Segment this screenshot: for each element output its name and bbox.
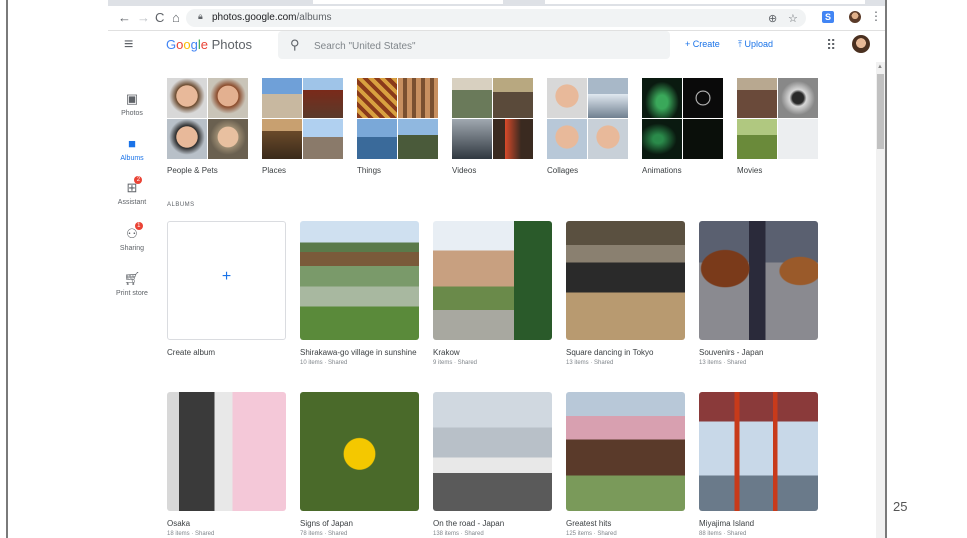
scrollbar[interactable]: ▲ (876, 62, 885, 538)
main-menu-icon[interactable]: ≡ (124, 37, 133, 53)
album-cover (699, 221, 818, 340)
sidebar-item-sharing[interactable]: ⚇ 1 Sharing (108, 222, 156, 252)
category-things[interactable]: Things (357, 78, 439, 175)
upload-icon: ⤒ (738, 39, 742, 49)
create-album-box[interactable]: + (167, 221, 286, 340)
search-input[interactable] (312, 37, 656, 55)
album-icon: ■ (128, 136, 136, 151)
cast-icon[interactable]: ⊕ (768, 12, 777, 25)
sharing-icon: ⚇ 1 (126, 222, 143, 242)
album-card[interactable]: Greatest hits 125 items · Shared (566, 392, 685, 537)
assistant-icon: ⊞ 2 (127, 176, 143, 196)
album-cover (566, 392, 685, 511)
category-people-pets[interactable]: People & Pets (167, 78, 249, 175)
create-album-tile[interactable]: + Create album (167, 221, 286, 359)
album-card[interactable]: Square dancing in Tokyo 13 items · Share… (566, 221, 685, 366)
url-text: photos.google.com/albums (212, 12, 332, 23)
album-card[interactable]: Osaka 18 items · Shared (167, 392, 286, 537)
category-thumbnail (262, 78, 343, 159)
category-thumbnail (547, 78, 628, 159)
browser-tab[interactable] (545, 0, 865, 4)
category-thumbnail (642, 78, 723, 159)
plus-icon: + (221, 268, 232, 285)
extension-s-icon[interactable]: S (822, 11, 834, 23)
album-cover (699, 392, 818, 511)
album-cover (433, 221, 552, 340)
lock-icon: 🔒︎ (198, 11, 203, 21)
browser-tab[interactable] (313, 0, 503, 4)
category-animations[interactable]: Animations (642, 78, 724, 175)
album-card[interactable]: Miyajima Island 88 items · Shared (699, 392, 818, 537)
search-icon[interactable]: ⚲ (290, 37, 300, 53)
reload-icon[interactable]: C (155, 9, 164, 27)
album-cover (300, 392, 419, 511)
notification-badge: 2 (134, 176, 143, 184)
albums-section-title: ALBUMS (167, 202, 195, 208)
slide-border-right (885, 0, 887, 538)
slide-border-left (6, 0, 8, 538)
album-card[interactable]: Signs of Japan 78 items · Shared (300, 392, 419, 537)
category-thumbnail (357, 78, 438, 159)
category-places[interactable]: Places (262, 78, 344, 175)
photo-icon: ▣ (125, 91, 139, 106)
sidebar-item-print-store[interactable]: 🛒︎ Print store (108, 270, 156, 297)
category-movies[interactable]: Movies (737, 78, 819, 175)
app-header: ≡ Google Photos ⚲ + Create ⤒ Upload ⠿ (108, 31, 885, 61)
omnibox[interactable]: 🔒︎ photos.google.com/albums ⊕ ☆ (186, 9, 806, 27)
account-avatar[interactable] (852, 35, 870, 53)
category-thumbnail (737, 78, 818, 159)
album-card[interactable]: Shirakawa-go village in sunshine 10 item… (300, 221, 419, 366)
album-cover (566, 221, 685, 340)
bookmark-star-icon[interactable]: ☆ (788, 12, 798, 25)
home-icon[interactable]: ⌂ (172, 9, 180, 27)
album-cover (167, 392, 286, 511)
scroll-up-icon[interactable]: ▲ (877, 64, 883, 70)
sidebar-item-assistant[interactable]: ⊞ 2 Assistant (108, 176, 156, 206)
google-photos-logo[interactable]: Google Photos (166, 37, 252, 53)
browser-menu-icon[interactable]: ⋮ (870, 9, 882, 23)
cart-icon: 🛒︎ (123, 271, 141, 286)
album-cover (300, 221, 419, 340)
back-icon[interactable]: ← (118, 9, 131, 27)
scrollbar-thumb[interactable] (877, 74, 884, 149)
sidebar-item-photos[interactable]: ▣ Photos (108, 90, 156, 117)
browser-window: ← → C ⌂ 🔒︎ photos.google.com/albums ⊕ ☆ … (108, 0, 885, 538)
browser-profile-icon[interactable] (849, 11, 861, 23)
album-cover (433, 392, 552, 511)
category-collages[interactable]: Collages (547, 78, 629, 175)
category-thumbnail (452, 78, 533, 159)
forward-icon[interactable]: → (137, 9, 150, 27)
category-thumbnail (167, 78, 248, 159)
notification-badge: 1 (134, 222, 143, 230)
address-bar-row: ← → C ⌂ 🔒︎ photos.google.com/albums ⊕ ☆ … (108, 6, 885, 31)
apps-grid-icon[interactable]: ⠿ (826, 37, 836, 54)
album-card[interactable]: Souvenirs - Japan 13 items · Shared (699, 221, 818, 366)
create-button[interactable]: + Create (685, 39, 720, 49)
album-card[interactable]: On the road - Japan 138 items · Shared (433, 392, 552, 537)
sidebar-item-albums[interactable]: ■ Albums (108, 135, 156, 162)
slide-page-number: 25 (893, 499, 908, 514)
album-card[interactable]: Krakow 9 items · Shared (433, 221, 552, 366)
category-videos[interactable]: Videos (452, 78, 534, 175)
search-bar: ⚲ (278, 31, 670, 59)
upload-button[interactable]: ⤒ Upload (738, 39, 773, 50)
